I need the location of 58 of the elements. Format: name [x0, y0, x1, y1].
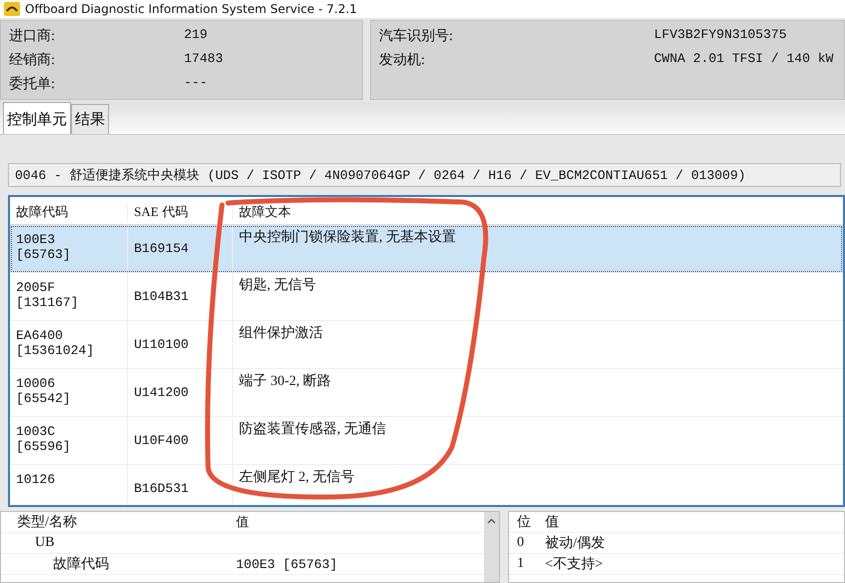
fault-code: 1003C [16, 424, 56, 439]
info-value: 17483 [184, 51, 224, 68]
info-label: 委托单: [9, 75, 56, 93]
column-header[interactable]: 值 [537, 513, 559, 531]
info-value: CWNA 2.01 TFSI / 140 kW [654, 51, 834, 68]
info-label: 进口商: [9, 27, 56, 45]
fault-row[interactable]: 2005F [131167] B104B31 钥匙, 无信号 [10, 273, 843, 321]
column-header[interactable]: 故障代码 [10, 203, 127, 221]
fault-text: 左侧尾灯 2, 无信号 [239, 470, 354, 485]
info-label: 汽车识别号: [379, 27, 454, 45]
info-value: LFV3B2FY9N3105375 [654, 27, 787, 44]
fault-row[interactable]: 100E3 [65763] B169154 中央控制门锁保险装置, 无基本设置 [10, 225, 843, 273]
sae-code: B169154 [134, 241, 189, 256]
bit-value: 被动/偶发 [544, 534, 605, 552]
bit-value: <不支持> [544, 556, 603, 573]
tab[interactable]: 结果 [71, 104, 109, 134]
fault-code-number: [15361024] [16, 343, 96, 358]
fault-code-number: [65542] [16, 391, 72, 406]
fault-text: 组件保护激活 [239, 326, 323, 341]
sae-code: B104B31 [134, 289, 189, 304]
detail-value: 100E3 [65763] [235, 556, 338, 572]
column-header[interactable]: 故障文本 [232, 203, 843, 221]
fault-text: 防盗装置传感器, 无通信 [239, 422, 386, 437]
fault-row[interactable]: 10006 [65542] U141200 端子 30-2, 断路 [10, 369, 843, 417]
bit-number: 1 [516, 556, 525, 572]
sae-code: U10F400 [134, 433, 189, 448]
window-title: Offboard Diagnostic Information System Service - 7.2.1 [25, 2, 358, 16]
sae-code: U141200 [134, 385, 189, 400]
scrollbar[interactable] [484, 512, 499, 582]
fault-code: 2005F [16, 280, 56, 295]
info-value: 219 [184, 27, 208, 44]
info-label: 发动机: [379, 52, 426, 69]
app-logo-icon [4, 2, 20, 16]
tab[interactable]: 控制单元 [3, 102, 71, 134]
fault-text: 端子 30-2, 断路 [239, 374, 332, 389]
fault-row[interactable]: 1003C [65596] U10F400 防盗装置传感器, 无通信 [10, 417, 843, 465]
column-header[interactable]: 值 [226, 513, 249, 531]
info-label: 经销商: [9, 51, 56, 69]
bit-number: 0 [516, 535, 525, 551]
sae-code: B16D531 [134, 481, 189, 496]
fault-row[interactable]: EA6400 [15361024] U110100 组件保护激活 [10, 321, 843, 369]
fault-code: 10006 [16, 376, 56, 391]
scroll-up-icon[interactable] [487, 518, 496, 524]
column-header[interactable]: 类型/名称 [1, 513, 226, 531]
fault-code-number: [65596] [16, 439, 72, 454]
fault-text: 中央控制门锁保险装置, 无基本设置 [239, 230, 456, 245]
fault-code-number: [65763] [16, 247, 72, 262]
tree-item[interactable]: UB [1, 535, 226, 551]
info-value: --- [184, 75, 208, 92]
column-header[interactable]: SAE 代码 [127, 203, 232, 221]
fault-code-number: [131167] [16, 295, 80, 310]
column-header[interactable]: 位 [509, 513, 537, 531]
fault-code: 10126 [16, 472, 56, 487]
fault-text: 钥匙, 无信号 [239, 278, 316, 293]
fault-code: EA6400 [16, 328, 64, 343]
fault-code: 100E3 [16, 232, 56, 247]
tree-item[interactable]: 故障代码 [1, 555, 226, 573]
sae-code: U110100 [134, 337, 189, 352]
